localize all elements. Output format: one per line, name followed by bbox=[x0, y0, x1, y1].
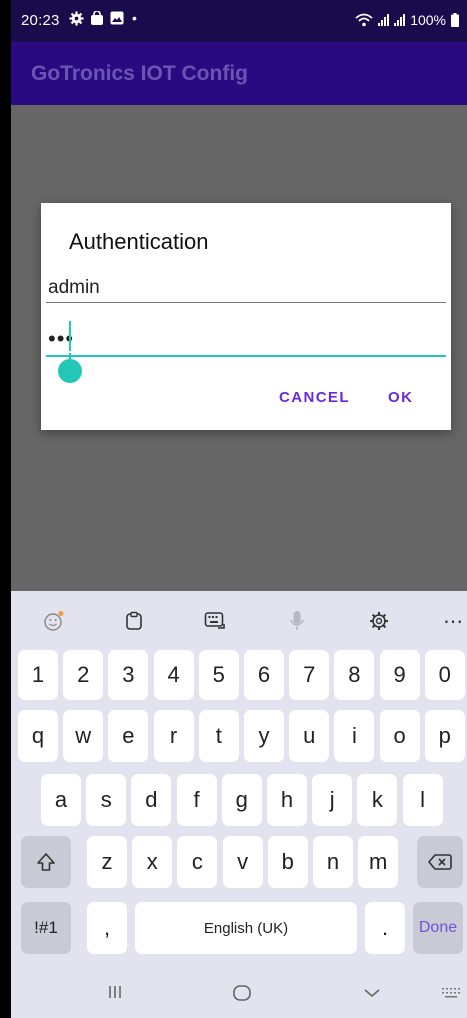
key-h[interactable]: h bbox=[267, 774, 307, 826]
recent-apps-icon[interactable] bbox=[107, 984, 123, 1005]
space-key[interactable]: English (UK) bbox=[135, 902, 357, 954]
key-t[interactable]: t bbox=[198, 710, 239, 762]
battery-percent: 100% bbox=[410, 12, 446, 28]
emoji-icon[interactable] bbox=[40, 607, 68, 635]
key-9[interactable]: 9 bbox=[379, 650, 420, 700]
key-5[interactable]: 5 bbox=[198, 650, 239, 700]
ok-button[interactable]: OK bbox=[388, 389, 413, 406]
signal-2-icon bbox=[394, 14, 406, 26]
clipboard-icon[interactable] bbox=[120, 607, 148, 635]
key-g[interactable]: g bbox=[221, 774, 262, 826]
key-8[interactable]: 8 bbox=[334, 650, 375, 700]
status-right-icons: 100% bbox=[355, 12, 459, 28]
key-4[interactable]: 4 bbox=[153, 650, 194, 700]
period-key[interactable]: . bbox=[365, 902, 405, 954]
shift-icon bbox=[37, 853, 55, 871]
gallery-icon bbox=[110, 11, 124, 25]
cancel-button[interactable]: CANCEL bbox=[279, 389, 350, 406]
keyboard-icon[interactable] bbox=[201, 607, 229, 635]
comma-key[interactable]: , bbox=[87, 902, 127, 954]
key-i[interactable]: i bbox=[334, 710, 375, 762]
key-v[interactable]: v bbox=[222, 836, 263, 888]
home-icon[interactable] bbox=[232, 984, 252, 1007]
key-p[interactable]: p bbox=[424, 710, 465, 762]
keyboard-toolbar: ⋯ bbox=[11, 591, 467, 649]
key-o[interactable]: o bbox=[379, 710, 420, 762]
shopping-bag-icon bbox=[91, 10, 103, 25]
backspace-key[interactable] bbox=[417, 836, 463, 888]
cursor-handle[interactable] bbox=[58, 353, 82, 383]
signal-1-icon bbox=[378, 14, 390, 26]
key-c[interactable]: c bbox=[177, 836, 218, 888]
shift-key[interactable] bbox=[21, 836, 71, 888]
status-time: 20:23 bbox=[21, 12, 60, 29]
mic-icon[interactable] bbox=[283, 607, 311, 635]
key-1[interactable]: 1 bbox=[18, 650, 58, 700]
more-icon[interactable]: ⋯ bbox=[439, 607, 467, 635]
key-r[interactable]: r bbox=[153, 710, 194, 762]
key-3[interactable]: 3 bbox=[108, 650, 149, 700]
key-j[interactable]: j bbox=[312, 774, 353, 826]
screen: 20:23 • 100% GoTronics IOT Config Authen… bbox=[11, 0, 467, 1018]
key-e[interactable]: e bbox=[108, 710, 149, 762]
key-x[interactable]: x bbox=[132, 836, 173, 888]
app-bar: GoTronics IOT Config bbox=[11, 42, 467, 105]
key-a[interactable]: a bbox=[41, 774, 81, 826]
soft-keyboard: ⋯ 1 2 3 4 5 6 7 8 9 0 q w e r t y u i o p a s d f g h j k l z x c v b n m !#… bbox=[11, 591, 467, 1018]
battery-icon bbox=[451, 13, 459, 27]
key-z[interactable]: z bbox=[87, 836, 127, 888]
status-notification-icons: • bbox=[69, 10, 137, 26]
key-m[interactable]: m bbox=[358, 836, 399, 888]
key-s[interactable]: s bbox=[86, 774, 127, 826]
done-key[interactable]: Done bbox=[413, 902, 463, 954]
settings-icon[interactable] bbox=[365, 607, 393, 635]
key-b[interactable]: b bbox=[267, 836, 308, 888]
key-d[interactable]: d bbox=[131, 774, 172, 826]
key-0[interactable]: 0 bbox=[424, 650, 465, 700]
settings-gear-icon bbox=[69, 10, 84, 26]
password-input[interactable] bbox=[46, 323, 446, 357]
key-l[interactable]: l bbox=[402, 774, 443, 826]
key-2[interactable]: 2 bbox=[63, 650, 104, 700]
app-title: GoTronics IOT Config bbox=[31, 62, 248, 85]
key-w[interactable]: w bbox=[63, 710, 104, 762]
keyboard-hide-icon[interactable] bbox=[441, 984, 461, 1005]
key-k[interactable]: k bbox=[357, 774, 398, 826]
authentication-dialog: Authentication CANCEL OK bbox=[41, 203, 451, 430]
key-q[interactable]: q bbox=[18, 710, 58, 762]
username-input[interactable] bbox=[46, 273, 446, 303]
key-n[interactable]: n bbox=[313, 836, 353, 888]
more-dot-icon: • bbox=[132, 10, 137, 26]
key-7[interactable]: 7 bbox=[289, 650, 330, 700]
key-y[interactable]: y bbox=[244, 710, 284, 762]
key-u[interactable]: u bbox=[289, 710, 330, 762]
text-cursor bbox=[69, 321, 71, 351]
key-f[interactable]: f bbox=[176, 774, 217, 826]
symbols-key[interactable]: !#1 bbox=[21, 902, 71, 954]
wifi-icon bbox=[355, 13, 373, 27]
dialog-title: Authentication bbox=[69, 229, 209, 254]
back-icon[interactable] bbox=[363, 984, 381, 1005]
status-bar: 20:23 • 100% bbox=[11, 0, 467, 42]
key-6[interactable]: 6 bbox=[244, 650, 284, 700]
backspace-icon bbox=[428, 854, 452, 870]
